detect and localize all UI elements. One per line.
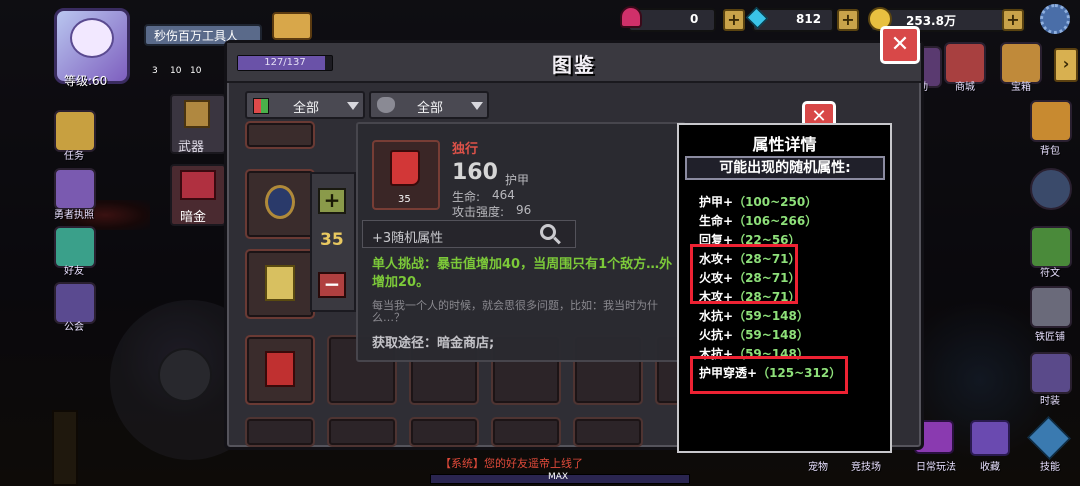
attr-name: 火抗+ [699, 328, 734, 342]
quest-label: 任务 [64, 151, 84, 162]
dark-gold-tab-icon [180, 170, 216, 200]
chevron-down-icon [471, 102, 483, 110]
item-slot[interactable] [245, 417, 315, 447]
stepper-value: 35 [320, 230, 344, 250]
item-effect-text: 单人挑战：暴击值增加40，当周围只有1个敌方…外增加20。 [372, 257, 673, 290]
heart-gem-icon [620, 6, 642, 28]
mask-icon [377, 97, 395, 113]
item-slot[interactable] [409, 417, 479, 447]
vip-badge-icon[interactable] [272, 12, 312, 40]
attr-range: （59~148） [733, 309, 809, 323]
item-armor-label: 护甲 [505, 173, 530, 187]
attribute-popup-subtitle: 可能出现的随机属性: [685, 156, 885, 180]
rune-icon[interactable] [1030, 226, 1072, 268]
mini-stat-2: 10 [170, 66, 182, 76]
collection-progress-bar: 127/137 [237, 55, 333, 71]
item-source: 获取途径：暗金商店; [372, 336, 495, 351]
item-hp-value: 464 [492, 188, 515, 202]
rune-label: 符文 [1040, 268, 1060, 279]
gem-value: 0 [690, 12, 699, 26]
item-atk-label: 攻击强度: [452, 205, 505, 219]
attr-row: 水抗+（59~148） [699, 307, 809, 325]
item-slot[interactable] [491, 417, 561, 447]
attr-range: （100~250） [733, 195, 818, 209]
item-slot[interactable] [573, 417, 643, 447]
attribute-popup-title: 属性详情 [752, 135, 817, 154]
rarity-filter-label: 全部 [293, 101, 320, 116]
type-filter-dropdown[interactable]: 全部 [369, 91, 489, 119]
rarity-grid-icon [253, 98, 269, 114]
mini-stat-1: 3 [152, 66, 158, 76]
close-codex-button[interactable]: ✕ [880, 26, 920, 64]
type-filter-label: 全部 [417, 101, 444, 116]
daily-play-label[interactable]: 日常玩法 [904, 458, 968, 473]
friend-label: 好友 [64, 266, 84, 277]
item-slot[interactable] [245, 121, 315, 149]
backpack-icon[interactable] [1030, 100, 1072, 142]
diamond-value: 812 [796, 12, 822, 26]
avatar-face-icon [70, 18, 114, 58]
attr-row: 护甲+（100~250） [699, 193, 817, 211]
chevron-down-icon [347, 102, 359, 110]
attr-name: 水抗+ [699, 309, 734, 323]
settings-gear-icon[interactable] [1040, 4, 1070, 34]
costume-icon[interactable] [1030, 352, 1072, 394]
costume-label: 时装 [1040, 396, 1060, 407]
exp-bar-label: MAX [548, 472, 569, 482]
item-atk-value: 96 [516, 203, 532, 217]
tab-weapon-label: 武器 [178, 140, 205, 155]
rarity-filter-dropdown[interactable]: 全部 [245, 91, 365, 119]
plus-button[interactable]: + [318, 188, 346, 214]
expand-arrow-button[interactable]: › [1054, 48, 1078, 82]
level-label: 等级:60 [64, 74, 108, 88]
license-label: 勇者执照 [54, 210, 94, 221]
mini-stat-3: 10 [190, 66, 202, 76]
red-boots-item-icon [265, 351, 295, 387]
attr-name: 护甲+ [699, 195, 734, 209]
add-gold-button[interactable]: + [1002, 9, 1024, 31]
add-diamonds-button[interactable]: + [837, 9, 859, 31]
attr-range: （59~148） [733, 328, 809, 342]
highlight-elemental-attack [690, 244, 798, 304]
tab-dark-gold-label: 暗金 [180, 210, 207, 225]
amulet-item-icon [265, 185, 295, 219]
item-detail-panel: 35 独行 160 护甲 生命: 464 攻击强度: 96 +3随机属性 单人挑… [356, 122, 686, 362]
collection-icon[interactable] [970, 420, 1010, 456]
item-name: 独行 [452, 142, 479, 157]
red-boots-icon [390, 150, 420, 186]
highlight-armor-penetration [690, 356, 848, 394]
random-attr-label: +3随机属性 [372, 231, 444, 246]
collection-label[interactable]: 收藏 [962, 458, 1018, 473]
attr-name: 生命+ [699, 214, 734, 228]
shop-label: 商城 [955, 82, 975, 93]
add-gems-button[interactable]: + [723, 9, 745, 31]
item-flavor-text: 每当我一个人的时候，就会思很多问题，比如：我当时为什么…？ [372, 299, 658, 324]
boots-item-icon [265, 265, 295, 301]
attr-row: 火抗+（59~148） [699, 326, 809, 344]
dpad-icon[interactable] [1030, 168, 1072, 210]
arena-label[interactable]: 竞技场 [838, 458, 894, 473]
item-count: 35 [398, 194, 411, 205]
chest-label: 宝箱 [1011, 82, 1031, 93]
minus-button[interactable]: − [318, 272, 346, 298]
license-icon[interactable] [54, 168, 96, 210]
system-message: 【系统】您的好友遥帝上线了 [440, 457, 583, 470]
skill-label[interactable]: 技能 [1022, 458, 1078, 473]
collection-progress-text: 127/137 [264, 57, 306, 68]
backpack-label: 背包 [1040, 146, 1060, 157]
attr-range: （106~266） [733, 214, 818, 228]
attr-row: 生命+（106~266） [699, 212, 817, 230]
weapon-tab-icon [184, 100, 210, 128]
quest-icon[interactable] [54, 110, 96, 152]
guild-label: 公会 [64, 322, 84, 333]
item-armor-value: 160 [452, 160, 498, 185]
blacksmith-icon[interactable] [1030, 286, 1072, 328]
blacksmith-label: 铁匠铺 [1035, 332, 1065, 343]
item-slot[interactable] [327, 417, 397, 447]
